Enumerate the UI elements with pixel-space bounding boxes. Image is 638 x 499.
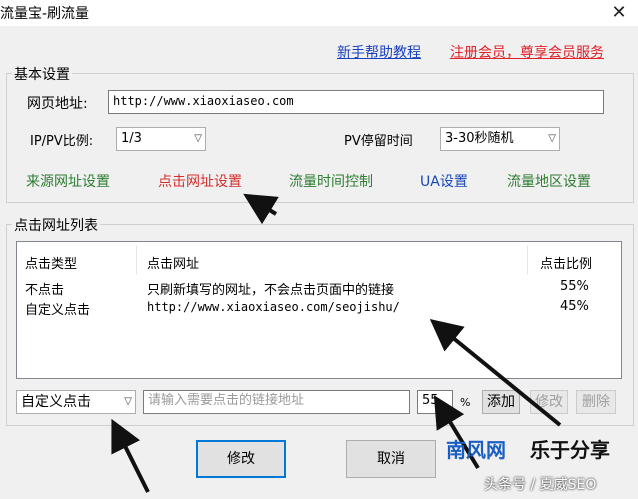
annotation-arrows [111, 193, 562, 493]
arrow-to-custom-url [429, 318, 562, 427]
watermark-brand: 南风网 [446, 438, 506, 462]
arrow-to-click-mode [111, 418, 150, 493]
watermark-sub: 头条号 / 夏威SEO [484, 477, 597, 493]
watermark-slogan: 乐于分享 [530, 438, 610, 462]
arrow-to-click-url-tab [243, 193, 279, 225]
